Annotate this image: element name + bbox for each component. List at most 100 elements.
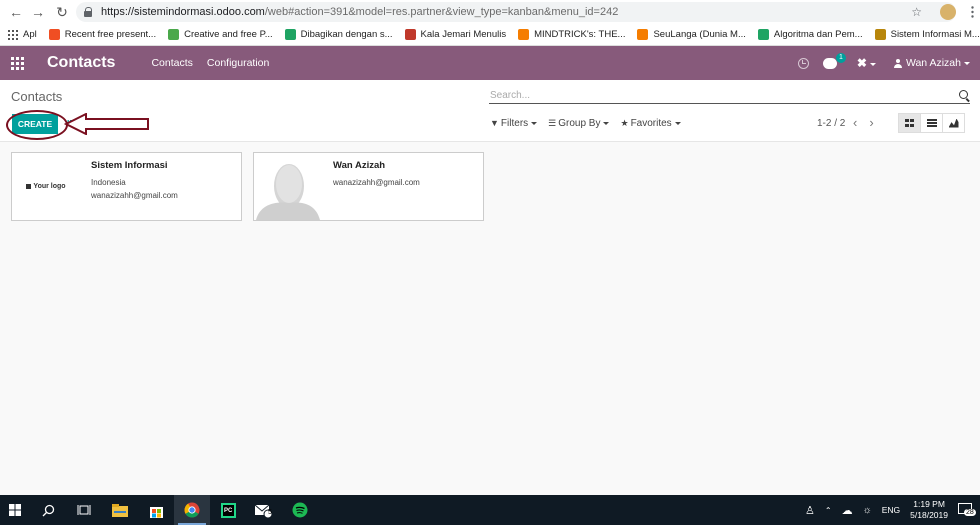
windows-start-button[interactable] [0, 495, 30, 525]
forward-icon[interactable]: → [26, 0, 50, 24]
create-button[interactable]: CREATE [12, 114, 58, 134]
slide-icon [48, 29, 60, 40]
caret-down-icon [869, 62, 876, 66]
search-options: ▼ Filters ☰ Group By ★ Favorites [490, 118, 681, 129]
card-name: Wan Azizah [333, 160, 386, 171]
company-logo: Your logo [12, 153, 80, 220]
kanban-icon [905, 118, 914, 128]
drive-icon [757, 29, 769, 40]
kanban-card[interactable]: Your logo Sistem Informasi Indonesia wan… [11, 152, 242, 221]
logo-placeholder: Your logo [26, 183, 65, 190]
menu-configuration[interactable]: Configuration [207, 57, 269, 69]
card-country: Indonesia [91, 178, 126, 187]
kanban-area: Your logo Sistem Informasi Indonesia wan… [0, 142, 980, 495]
taskbar-clock[interactable]: 1:19 PM 5/18/2019 [910, 499, 948, 521]
search-icon[interactable] [959, 90, 970, 101]
app-brand: Contacts [47, 54, 116, 71]
reload-icon[interactable]: ↻ [50, 0, 74, 24]
menu-contacts[interactable]: Contacts [151, 57, 192, 69]
chat-icon[interactable]: 1 [822, 52, 846, 69]
import-button[interactable]: IMPORT [67, 118, 100, 128]
store-icon[interactable] [138, 495, 174, 525]
user-menu[interactable]: Wan Azizah [893, 57, 970, 69]
drive-icon [284, 29, 296, 40]
menu-icon[interactable] [971, 6, 974, 18]
bookmark-item[interactable]: SeuLanga (Dunia M... [637, 24, 746, 46]
bookmark-item[interactable]: Algoritma dan Pem... [757, 24, 863, 46]
pager-previous-icon[interactable]: ‹ [853, 115, 857, 130]
wifi-icon[interactable]: ☼ [863, 505, 872, 516]
leaf-icon [168, 29, 180, 40]
language-indicator[interactable]: ENG [882, 505, 900, 515]
activity-chart-icon [949, 119, 959, 128]
pycharm-icon[interactable]: PC [210, 495, 246, 525]
card-email: wanazizahh@gmail.com [91, 191, 178, 200]
pager-value[interactable]: 1-2 / 2 [817, 118, 845, 129]
debug-tools-button[interactable]: ✖ [857, 56, 876, 70]
task-view-icon[interactable] [66, 495, 102, 525]
list-view-button[interactable] [920, 113, 943, 133]
view-switcher [898, 113, 965, 133]
people-icon[interactable]: ♙ [805, 504, 815, 517]
tools-icon: ✖ [856, 56, 867, 70]
filter-icon: ▼ [490, 118, 499, 128]
bookmark-item[interactable]: Recent free present... [48, 24, 156, 46]
activity-view-button[interactable] [942, 113, 965, 133]
mail-badge: 5 [268, 509, 272, 516]
svg-text:PC: PC [224, 508, 233, 514]
onedrive-icon[interactable]: ☁ [842, 504, 853, 517]
address-bar[interactable]: https://sistemindormasi.odoo.com/web#act… [76, 2, 956, 22]
taskbar-search-icon[interactable] [30, 495, 66, 525]
system-tray: ♙ ⌃ ☁ ☼ ENG 1:19 PM 5/18/2019 28 [805, 495, 980, 525]
blogger-icon [518, 29, 530, 40]
kanban-card[interactable]: Wan Azizah wanazizahh@gmail.com [253, 152, 484, 221]
groupby-dropdown[interactable]: ☰ Group By [548, 118, 610, 129]
list-icon [926, 119, 937, 127]
star-icon[interactable]: ☆ [911, 5, 922, 19]
activity-clock-icon[interactable] [797, 57, 809, 69]
bookmark-label: Apl [23, 29, 37, 40]
bookmarks-bar: Apl Recent free present... Creative and fr… [0, 24, 980, 46]
apps-grid-icon [10, 56, 24, 70]
bookmark-label: MINDTRICK's: THE... [534, 29, 626, 40]
bookmark-label: Dibagikan dengan s... [300, 29, 393, 40]
filters-dropdown[interactable]: ▼ Filters [490, 118, 538, 129]
notification-badge: 28 [964, 509, 976, 516]
notification-icon[interactable]: 28 [958, 503, 976, 517]
navbar-right: 1 ✖ Wan Azizah [797, 46, 970, 80]
back-icon[interactable]: ← [4, 0, 28, 24]
apps-grid-icon [8, 29, 18, 40]
extension-icon[interactable] [940, 4, 956, 20]
bookmark-item[interactable]: Kala Jemari Menulis [404, 24, 506, 46]
pager-nav: ‹ › [853, 115, 874, 130]
caret-down-icon [964, 61, 970, 65]
notebook-icon [404, 29, 416, 40]
bookmark-label: Sistem Informasi M... [890, 29, 980, 40]
lock-icon [84, 7, 93, 17]
chrome-icon[interactable] [174, 495, 210, 525]
kanban-view-button[interactable] [898, 113, 921, 133]
bookmark-item[interactable]: Dibagikan dengan s... [284, 24, 393, 46]
file-explorer-icon[interactable] [102, 495, 138, 525]
groupby-icon: ☰ [548, 118, 557, 128]
search-input[interactable] [489, 88, 939, 102]
windows-taskbar: PC 5 ♙ ⌃ ☁ ☼ ENG 1:19 PM 5/18/2019 28 [0, 495, 980, 525]
avatar [254, 153, 322, 220]
mail-icon[interactable]: 5 [246, 495, 282, 525]
browser-toolbar: ← → ↻ https://sistemindormasi.odoo.com/w… [0, 0, 980, 24]
bookmark-item[interactable]: Creative and free P... [168, 24, 273, 46]
bookmark-item[interactable]: Sistem Informasi M... [874, 24, 980, 46]
user-name: Wan Azizah [905, 57, 961, 69]
apps-menu-button[interactable] [0, 46, 34, 80]
bookmark-label: SeuLanga (Dunia M... [653, 29, 746, 40]
avatar-silhouette-icon [254, 153, 322, 220]
bookmark-item[interactable]: MINDTRICK's: THE... [518, 24, 625, 46]
favorites-dropdown[interactable]: ★ Favorites [620, 118, 681, 129]
show-hidden-icons[interactable]: ⌃ [825, 506, 832, 515]
blogger-icon [637, 29, 649, 40]
chat-badge: 1 [835, 52, 846, 63]
pager-next-icon[interactable]: › [869, 115, 873, 130]
bookmark-item[interactable]: Apl [8, 24, 37, 46]
spotify-icon[interactable] [282, 495, 318, 525]
url-text: https://sistemindormasi.odoo.com/web#act… [101, 6, 619, 18]
